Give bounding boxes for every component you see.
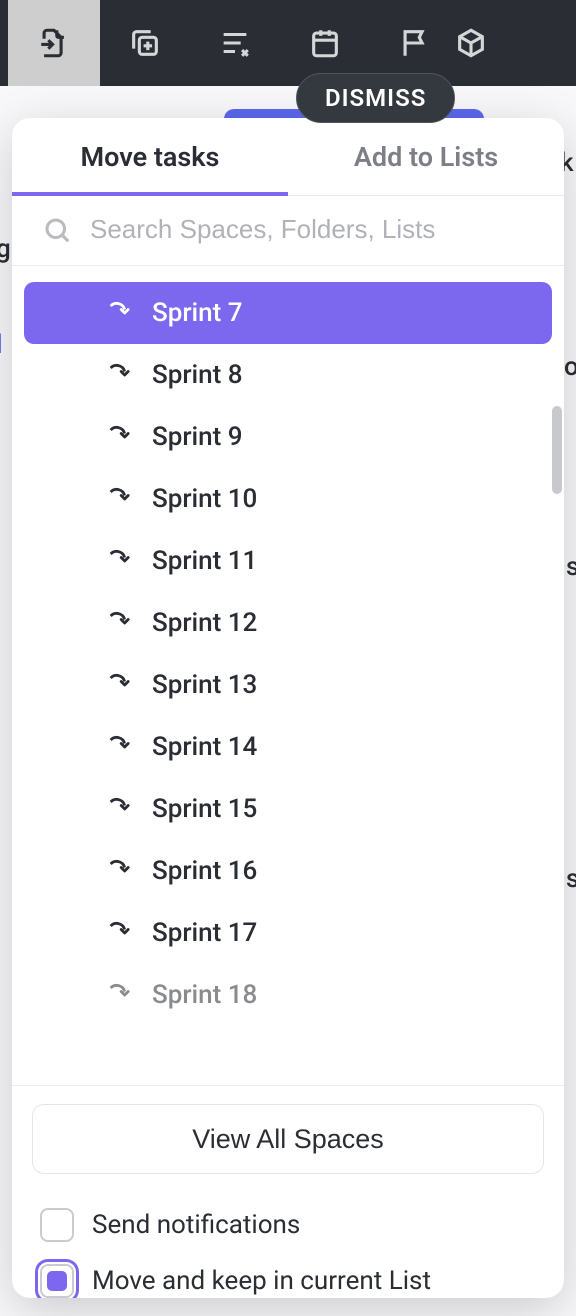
notify-row[interactable]: Send notifications	[32, 1208, 544, 1242]
notify-label: Send notifications	[92, 1210, 300, 1240]
sprint-icon	[106, 671, 134, 699]
list-item-label: Sprint 16	[152, 856, 257, 886]
modal-tabs: Move tasks Add to Lists	[12, 118, 564, 196]
list-item[interactable]: Sprint 11	[24, 530, 552, 592]
list-clear-icon	[218, 26, 252, 60]
list-item-label: Sprint 14	[152, 732, 257, 762]
cube-icon	[454, 26, 488, 60]
search-icon	[42, 215, 72, 245]
list-item[interactable]: Sprint 14	[24, 716, 552, 778]
flag-icon	[398, 26, 432, 60]
list-item[interactable]: Sprint 13	[24, 654, 552, 716]
search-input[interactable]	[90, 214, 534, 245]
tab-add-to-lists[interactable]: Add to Lists	[288, 118, 564, 195]
scrollbar-thumb[interactable]	[552, 406, 562, 494]
sprint-icon	[106, 795, 134, 823]
sprint-icon	[106, 981, 134, 1009]
list-item[interactable]: Sprint 8	[24, 344, 552, 406]
sprint-icon	[106, 299, 134, 327]
list-item[interactable]: Sprint 7	[24, 282, 552, 344]
sprint-icon	[106, 361, 134, 389]
search-row	[12, 196, 564, 266]
more-button[interactable]	[460, 0, 500, 86]
list-item[interactable]: Sprint 10	[24, 468, 552, 530]
notify-checkbox[interactable]	[40, 1208, 74, 1242]
sprint-icon	[106, 919, 134, 947]
copy-plus-icon	[128, 26, 162, 60]
keep-checkbox[interactable]	[40, 1264, 74, 1298]
list-item-label: Sprint 8	[152, 360, 243, 390]
bg-fragment: o	[564, 352, 576, 382]
list-item[interactable]: Sprint 9	[24, 406, 552, 468]
list-item[interactable]: Sprint 15	[24, 778, 552, 840]
list-item[interactable]: Sprint 17	[24, 902, 552, 964]
list-area: Sprint 7 Sprint 8 Sprint 9 Sprint 10 Sprint …	[12, 266, 564, 1085]
calendar-icon	[308, 26, 342, 60]
sprint-icon	[106, 609, 134, 637]
list-item-label: Sprint 13	[152, 670, 257, 700]
sprint-icon	[106, 485, 134, 513]
bg-fragment: s	[566, 552, 576, 582]
tab-move-tasks[interactable]: Move tasks	[12, 118, 288, 195]
list-item[interactable]: Sprint 16	[24, 840, 552, 902]
list-item-label: Sprint 18	[152, 980, 257, 1010]
export-icon	[37, 26, 71, 60]
list-item-label: Sprint 7	[152, 298, 243, 328]
list-item-label: Sprint 9	[152, 422, 243, 452]
move-tasks-modal: Move tasks Add to Lists Sprint 7 Sprint 8…	[12, 118, 564, 1298]
sprint-icon	[106, 857, 134, 885]
clear-filter-button[interactable]	[190, 0, 280, 86]
keep-row[interactable]: Move and keep in current List	[32, 1264, 544, 1298]
top-toolbar	[0, 0, 576, 86]
sprint-icon	[106, 423, 134, 451]
bg-fragment: s	[566, 864, 576, 894]
list-item-label: Sprint 11	[152, 546, 257, 576]
list-item-label: Sprint 17	[152, 918, 257, 948]
list-item-label: Sprint 15	[152, 794, 257, 824]
bg-fragment: l	[0, 330, 3, 360]
modal-footer: View All Spaces Send notifications Move …	[12, 1085, 564, 1298]
sprint-icon	[106, 547, 134, 575]
sprint-list[interactable]: Sprint 7 Sprint 8 Sprint 9 Sprint 10 Sprint …	[24, 282, 552, 1085]
move-out-button[interactable]	[8, 0, 100, 86]
list-item-label: Sprint 12	[152, 608, 257, 638]
bg-fragment: g	[0, 234, 11, 264]
list-item[interactable]: Sprint 18	[24, 964, 552, 1026]
list-item[interactable]: Sprint 12	[24, 592, 552, 654]
duplicate-button[interactable]	[100, 0, 190, 86]
sprint-icon	[106, 733, 134, 761]
dismiss-button[interactable]: DISMISS	[296, 73, 455, 123]
keep-label: Move and keep in current List	[92, 1266, 431, 1296]
list-item-label: Sprint 10	[152, 484, 257, 514]
view-all-spaces-button[interactable]: View All Spaces	[32, 1104, 544, 1174]
